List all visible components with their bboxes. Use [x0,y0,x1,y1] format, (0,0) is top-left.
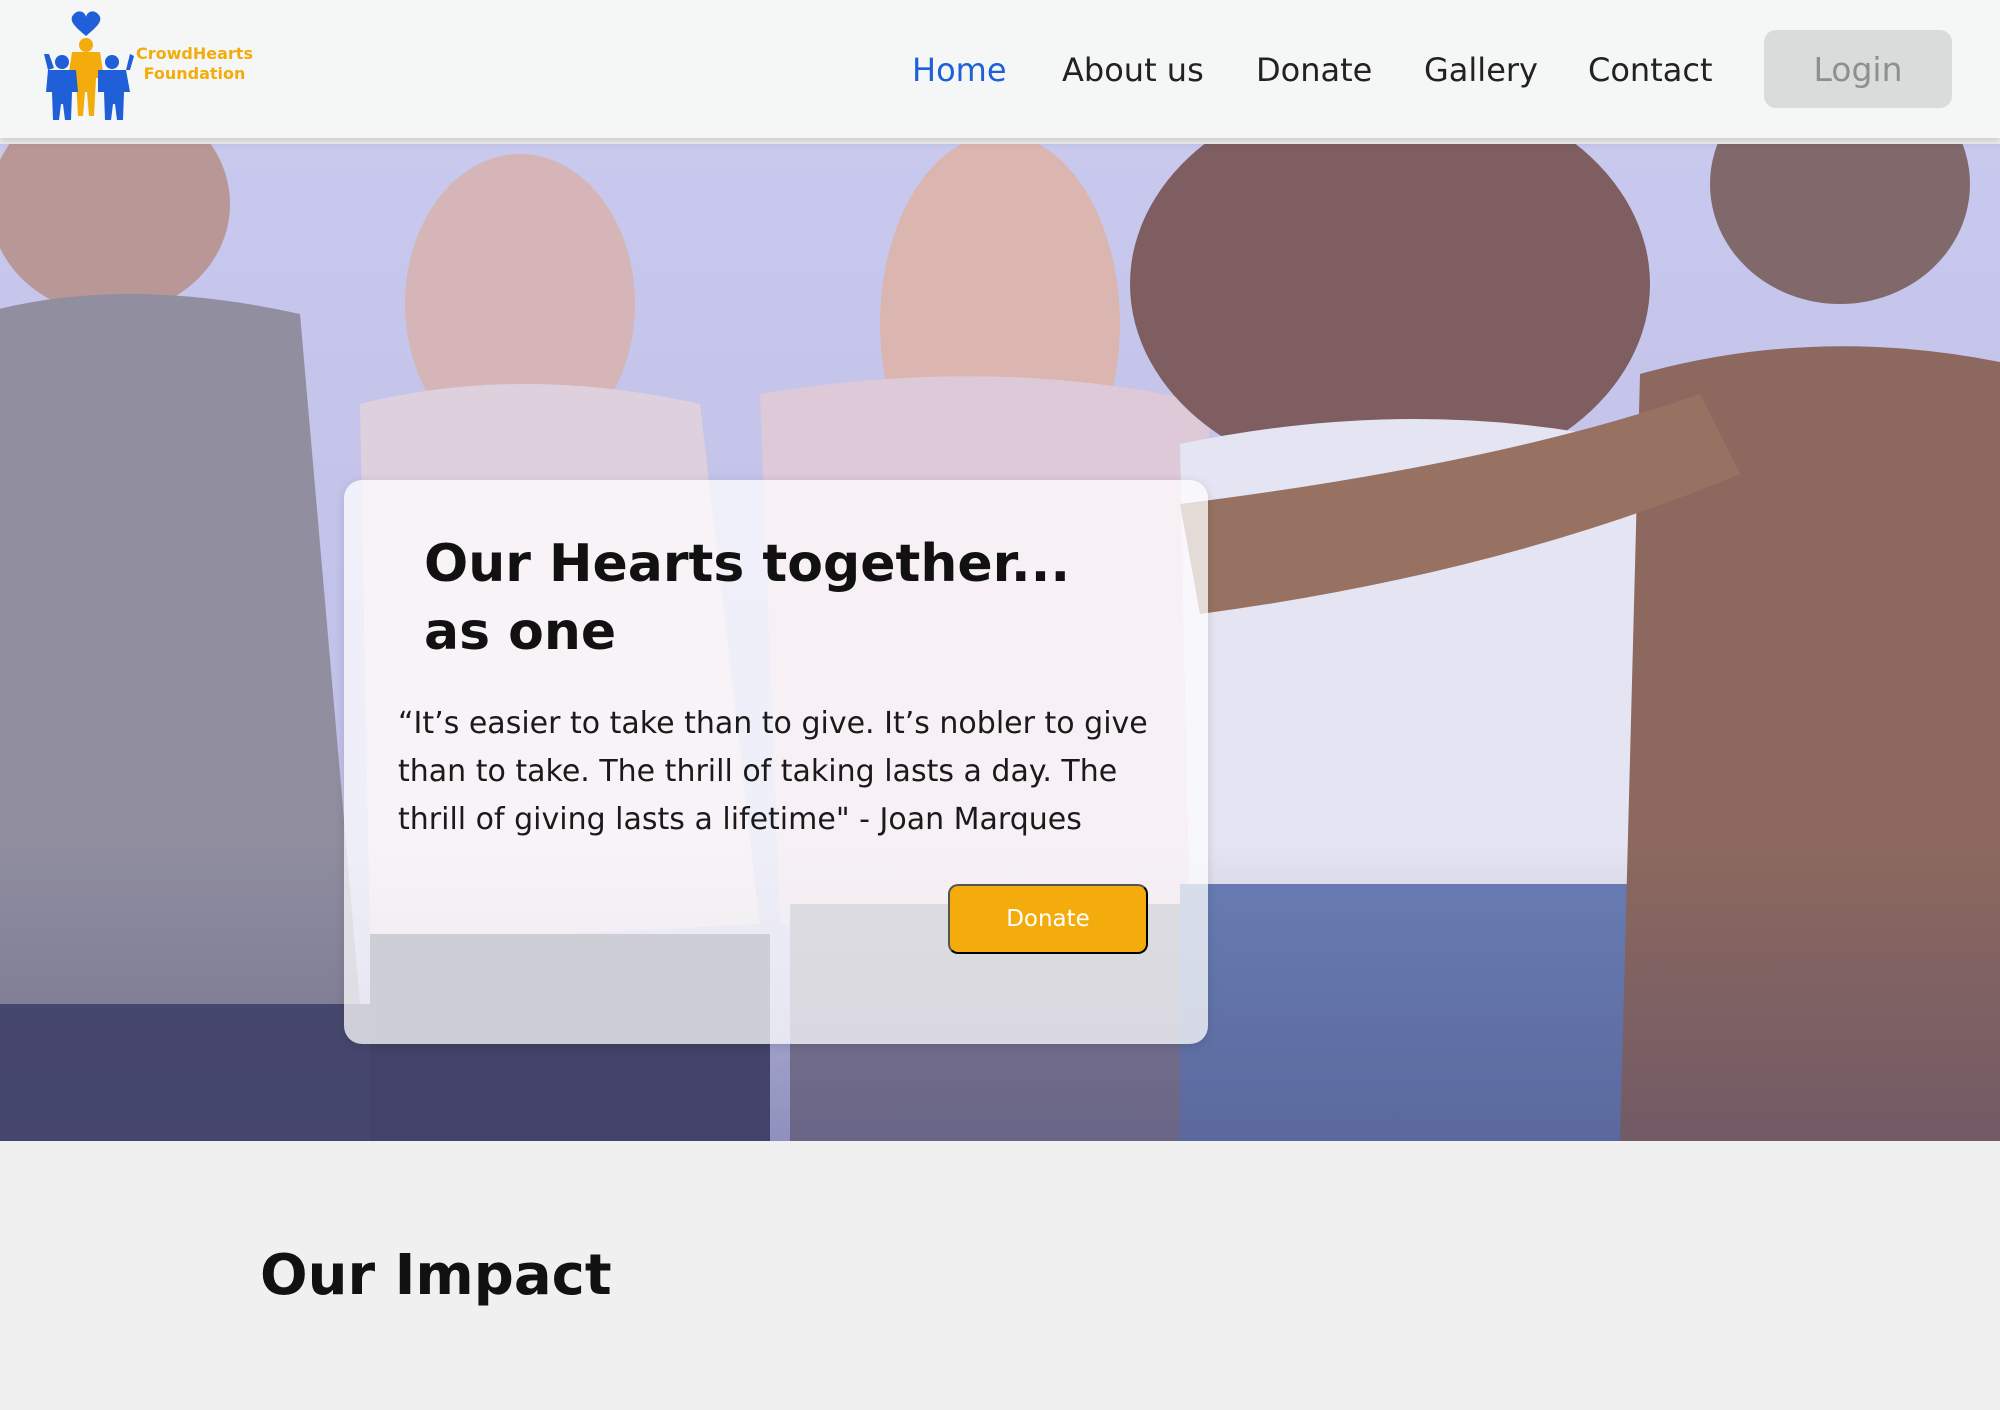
site-header: CrowdHearts Foundation Home About us Don… [0,0,2000,138]
hero-quote: “It’s easier to take than to give. It’s … [398,706,1148,837]
logo[interactable]: CrowdHearts Foundation [44,8,264,120]
hero-title: Our Hearts together... as one [424,534,1071,662]
nav-about-us[interactable]: About us [1062,48,1204,92]
login-button[interactable]: Login [1764,30,1952,108]
hero-card: Our Hearts together... as one “It’s easi… [344,480,1208,1044]
nav-donate[interactable]: Donate [1256,48,1372,92]
logo-name-line1: CrowdHearts [136,44,253,63]
nav-contact[interactable]: Contact [1588,48,1713,92]
logo-name-line2: Foundation [143,64,246,83]
logo-text: CrowdHearts Foundation [136,44,253,84]
nav-gallery[interactable]: Gallery [1424,48,1538,92]
nav-home[interactable]: Home [912,48,1007,92]
heart-family-icon [44,11,134,120]
impact-title: Our Impact [260,1243,612,1308]
donate-button[interactable]: Donate [948,884,1148,954]
hero-section: Our Hearts together... as one “It’s easi… [0,144,2000,1141]
